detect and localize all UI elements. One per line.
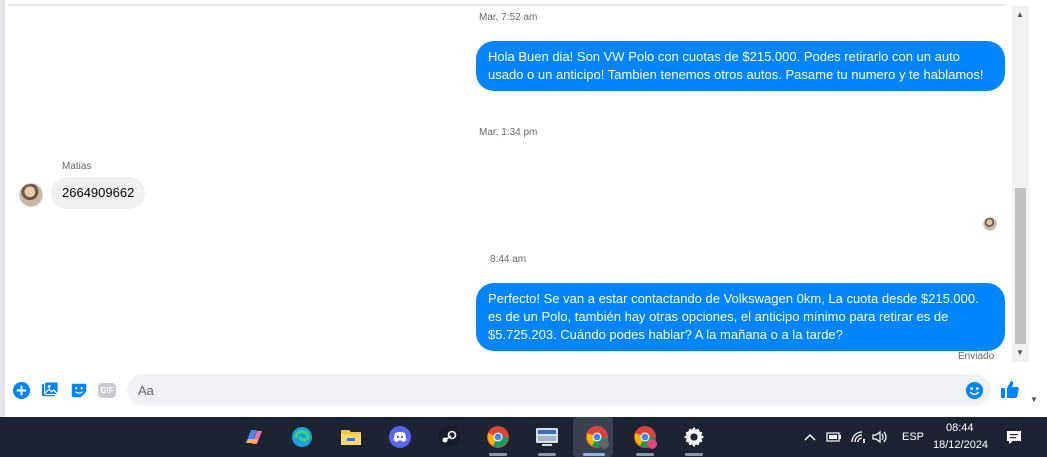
composer: GIF Aa [0,370,1047,410]
volume-icon[interactable] [872,429,888,445]
sticker-icon[interactable] [69,380,89,400]
thumbs-up-icon[interactable] [1000,380,1020,400]
timestamp: Mar, 7:52 am [479,12,538,23]
chrome-running-indicator [489,453,507,456]
battery-icon[interactable] [826,429,842,445]
network-app-icon[interactable] [533,423,561,451]
edge-icon[interactable] [288,423,316,451]
scrollbar[interactable]: ▲ ▼ [1012,6,1029,362]
timestamp: 8:44 am [490,254,527,265]
scroll-down-arrow[interactable]: ▼ [1016,348,1024,357]
clock-date[interactable]: 18/12/2024 [933,439,988,451]
messenger-window: Mar, 7:52 am Hola Buen dia! Son VW Polo … [0,0,1047,417]
read-receipt-avatar [983,217,997,231]
settings-running-indicator [685,453,703,456]
sent-status: Enviado [958,351,995,362]
plus-circle-icon[interactable] [11,380,31,400]
message-thread[interactable]: Mar, 7:52 am Hola Buen dia! Son VW Polo … [5,6,1012,366]
timestamp: Mar, 1:34 pm [479,127,538,138]
chevron-up-icon[interactable] [802,429,818,445]
chrome-active-indicator [583,453,605,456]
scroll-up-arrow[interactable]: ▲ [1016,10,1024,19]
message-input-placeholder: Aa [138,382,154,398]
incoming-message[interactable]: 2664909662 [51,177,146,209]
chrome-profile-icon[interactable] [631,423,659,451]
network-app-running-indicator [538,453,556,456]
clock-time[interactable]: 08:44 [946,422,974,434]
notifications-icon[interactable] [1006,429,1022,445]
scroll-thumb[interactable] [1015,188,1026,344]
chrome-active-icon[interactable] [583,423,611,451]
gif-icon[interactable]: GIF [97,380,117,400]
copilot-icon[interactable] [240,423,268,451]
message-input[interactable]: Aa [127,374,991,406]
windows-taskbar: ESP 08:44 18/12/2024 [0,417,1047,457]
wifi-icon[interactable] [850,429,866,445]
sender-name: Matias [62,161,92,172]
discord-icon[interactable] [386,423,414,451]
language-indicator[interactable]: ESP [902,431,924,443]
outgoing-message[interactable]: Hola Buen dia! Son VW Polo con cuotas de… [476,41,1005,91]
image-icon[interactable] [40,380,60,400]
outgoing-message[interactable]: Perfecto! Se van a estar contactando de … [476,283,1005,351]
file-explorer-icon[interactable] [337,423,365,451]
emoji-icon[interactable] [964,380,984,400]
steam-icon[interactable] [435,423,463,451]
gif-label: GIF [98,382,116,398]
outer-scroll-down-arrow[interactable]: ▼ [1030,395,1038,404]
sender-avatar[interactable] [19,183,43,207]
settings-icon[interactable] [680,423,708,451]
chrome-icon[interactable] [484,423,512,451]
chrome-profile-running-indicator [636,453,654,456]
